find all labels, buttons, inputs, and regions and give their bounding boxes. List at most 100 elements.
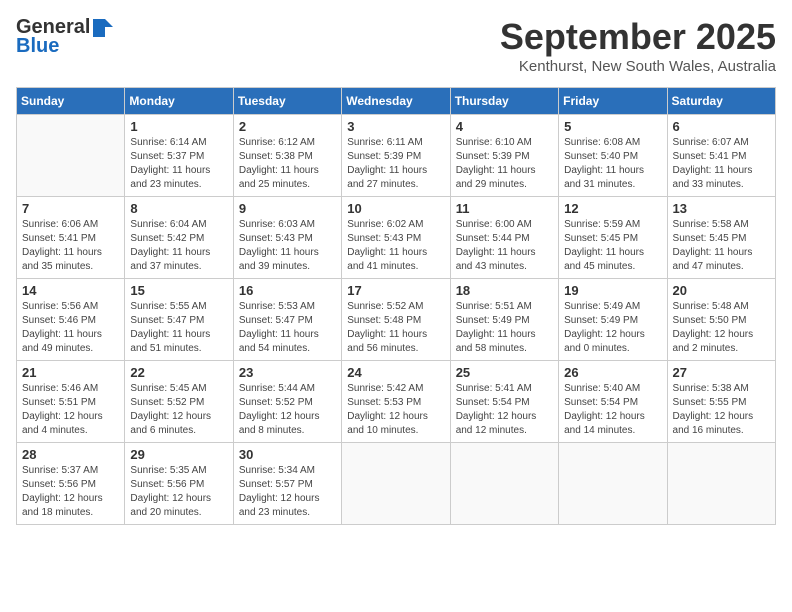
- header: General Blue September 2025 Kenthurst, N…: [16, 16, 776, 75]
- day-number: 10: [347, 201, 444, 216]
- day-number: 21: [22, 365, 119, 380]
- calendar-cell: 22 Sunrise: 5:45 AM Sunset: 5:52 PM Dayli…: [125, 361, 233, 443]
- day-info: Sunrise: 5:51 AM Sunset: 5:49 PM Dayligh…: [456, 300, 553, 356]
- day-number: 11: [456, 201, 553, 216]
- day-info: Sunrise: 5:38 AM Sunset: 5:55 PM Dayligh…: [673, 382, 770, 438]
- day-info: Sunrise: 5:48 AM Sunset: 5:50 PM Dayligh…: [673, 300, 770, 356]
- day-info: Sunrise: 5:40 AM Sunset: 5:54 PM Dayligh…: [564, 382, 661, 438]
- calendar-cell: [559, 443, 667, 525]
- day-info: Sunrise: 5:46 AM Sunset: 5:51 PM Dayligh…: [22, 382, 119, 438]
- col-header-thursday: Thursday: [450, 88, 558, 115]
- col-header-saturday: Saturday: [667, 88, 775, 115]
- day-info: Sunrise: 5:37 AM Sunset: 5:56 PM Dayligh…: [22, 464, 119, 520]
- day-number: 26: [564, 365, 661, 380]
- logo-blue: Blue: [16, 35, 59, 58]
- calendar-cell: 18 Sunrise: 5:51 AM Sunset: 5:49 PM Dayli…: [450, 279, 558, 361]
- day-number: 2: [239, 119, 336, 134]
- calendar-cell: [450, 443, 558, 525]
- day-number: 25: [456, 365, 553, 380]
- day-info: Sunrise: 5:42 AM Sunset: 5:53 PM Dayligh…: [347, 382, 444, 438]
- day-number: 4: [456, 119, 553, 134]
- day-info: Sunrise: 5:56 AM Sunset: 5:46 PM Dayligh…: [22, 300, 119, 356]
- calendar-cell: 21 Sunrise: 5:46 AM Sunset: 5:51 PM Dayli…: [17, 361, 125, 443]
- calendar-cell: 2 Sunrise: 6:12 AM Sunset: 5:38 PM Daylig…: [233, 115, 341, 197]
- day-number: 20: [673, 283, 770, 298]
- calendar-cell: 7 Sunrise: 6:06 AM Sunset: 5:41 PM Daylig…: [17, 197, 125, 279]
- day-number: 7: [22, 201, 119, 216]
- day-info: Sunrise: 6:03 AM Sunset: 5:43 PM Dayligh…: [239, 218, 336, 274]
- day-number: 17: [347, 283, 444, 298]
- calendar-cell: 24 Sunrise: 5:42 AM Sunset: 5:53 PM Dayli…: [342, 361, 450, 443]
- day-info: Sunrise: 5:53 AM Sunset: 5:47 PM Dayligh…: [239, 300, 336, 356]
- calendar-cell: 26 Sunrise: 5:40 AM Sunset: 5:54 PM Dayli…: [559, 361, 667, 443]
- day-info: Sunrise: 6:07 AM Sunset: 5:41 PM Dayligh…: [673, 136, 770, 192]
- day-info: Sunrise: 5:52 AM Sunset: 5:48 PM Dayligh…: [347, 300, 444, 356]
- calendar-week-row: 7 Sunrise: 6:06 AM Sunset: 5:41 PM Daylig…: [17, 197, 776, 279]
- day-info: Sunrise: 5:59 AM Sunset: 5:45 PM Dayligh…: [564, 218, 661, 274]
- calendar: SundayMondayTuesdayWednesdayThursdayFrid…: [16, 87, 776, 525]
- day-info: Sunrise: 6:12 AM Sunset: 5:38 PM Dayligh…: [239, 136, 336, 192]
- calendar-cell: 3 Sunrise: 6:11 AM Sunset: 5:39 PM Daylig…: [342, 115, 450, 197]
- day-info: Sunrise: 5:55 AM Sunset: 5:47 PM Dayligh…: [130, 300, 227, 356]
- day-info: Sunrise: 5:49 AM Sunset: 5:49 PM Dayligh…: [564, 300, 661, 356]
- col-header-tuesday: Tuesday: [233, 88, 341, 115]
- calendar-cell: 27 Sunrise: 5:38 AM Sunset: 5:55 PM Dayli…: [667, 361, 775, 443]
- day-number: 29: [130, 447, 227, 462]
- day-number: 24: [347, 365, 444, 380]
- location: Kenthurst, New South Wales, Australia: [500, 58, 776, 75]
- calendar-cell: 28 Sunrise: 5:37 AM Sunset: 5:56 PM Dayli…: [17, 443, 125, 525]
- calendar-week-row: 14 Sunrise: 5:56 AM Sunset: 5:46 PM Dayli…: [17, 279, 776, 361]
- calendar-cell: 29Sunrise: 5:35 AM Sunset: 5:56 PM Dayli…: [125, 443, 233, 525]
- calendar-header-row: SundayMondayTuesdayWednesdayThursdayFrid…: [17, 88, 776, 115]
- calendar-cell: 20 Sunrise: 5:48 AM Sunset: 5:50 PM Dayli…: [667, 279, 775, 361]
- day-number: 8: [130, 201, 227, 216]
- day-info: Sunrise: 5:45 AM Sunset: 5:52 PM Dayligh…: [130, 382, 227, 438]
- calendar-cell: 9 Sunrise: 6:03 AM Sunset: 5:43 PM Daylig…: [233, 197, 341, 279]
- day-number: 19: [564, 283, 661, 298]
- day-info: Sunrise: 6:04 AM Sunset: 5:42 PM Dayligh…: [130, 218, 227, 274]
- calendar-cell: 5 Sunrise: 6:08 AM Sunset: 5:40 PM Daylig…: [559, 115, 667, 197]
- day-number: 16: [239, 283, 336, 298]
- day-info: Sunrise: 5:58 AM Sunset: 5:45 PM Dayligh…: [673, 218, 770, 274]
- calendar-cell: 16 Sunrise: 5:53 AM Sunset: 5:47 PM Dayli…: [233, 279, 341, 361]
- calendar-cell: 25Sunrise: 5:41 AM Sunset: 5:54 PM Dayli…: [450, 361, 558, 443]
- calendar-week-row: 28 Sunrise: 5:37 AM Sunset: 5:56 PM Dayli…: [17, 443, 776, 525]
- calendar-cell: 15Sunrise: 5:55 AM Sunset: 5:47 PM Dayli…: [125, 279, 233, 361]
- calendar-week-row: 21 Sunrise: 5:46 AM Sunset: 5:51 PM Dayli…: [17, 361, 776, 443]
- calendar-cell: [17, 115, 125, 197]
- calendar-cell: 4 Sunrise: 6:10 AM Sunset: 5:39 PM Daylig…: [450, 115, 558, 197]
- day-info: Sunrise: 6:11 AM Sunset: 5:39 PM Dayligh…: [347, 136, 444, 192]
- day-info: Sunrise: 5:44 AM Sunset: 5:52 PM Dayligh…: [239, 382, 336, 438]
- day-info: Sunrise: 6:06 AM Sunset: 5:41 PM Dayligh…: [22, 218, 119, 274]
- month-title: September 2025: [500, 16, 776, 58]
- calendar-cell: 11 Sunrise: 6:00 AM Sunset: 5:44 PM Dayli…: [450, 197, 558, 279]
- calendar-cell: 6Sunrise: 6:07 AM Sunset: 5:41 PM Daylig…: [667, 115, 775, 197]
- calendar-cell: 30 Sunrise: 5:34 AM Sunset: 5:57 PM Dayli…: [233, 443, 341, 525]
- day-number: 28: [22, 447, 119, 462]
- calendar-cell: 1Sunrise: 6:14 AM Sunset: 5:37 PM Daylig…: [125, 115, 233, 197]
- day-number: 30: [239, 447, 336, 462]
- title-area: September 2025 Kenthurst, New South Wale…: [500, 16, 776, 75]
- day-number: 5: [564, 119, 661, 134]
- day-number: 1: [130, 119, 227, 134]
- calendar-cell: 13Sunrise: 5:58 AM Sunset: 5:45 PM Dayli…: [667, 197, 775, 279]
- day-number: 12: [564, 201, 661, 216]
- day-number: 18: [456, 283, 553, 298]
- day-info: Sunrise: 5:34 AM Sunset: 5:57 PM Dayligh…: [239, 464, 336, 520]
- day-number: 3: [347, 119, 444, 134]
- day-info: Sunrise: 6:10 AM Sunset: 5:39 PM Dayligh…: [456, 136, 553, 192]
- day-info: Sunrise: 6:00 AM Sunset: 5:44 PM Dayligh…: [456, 218, 553, 274]
- logo: General Blue: [16, 16, 114, 58]
- day-number: 9: [239, 201, 336, 216]
- col-header-wednesday: Wednesday: [342, 88, 450, 115]
- calendar-cell: 8 Sunrise: 6:04 AM Sunset: 5:42 PM Daylig…: [125, 197, 233, 279]
- day-info: Sunrise: 6:08 AM Sunset: 5:40 PM Dayligh…: [564, 136, 661, 192]
- day-number: 14: [22, 283, 119, 298]
- col-header-sunday: Sunday: [17, 88, 125, 115]
- day-number: 27: [673, 365, 770, 380]
- calendar-cell: [667, 443, 775, 525]
- calendar-cell: 17 Sunrise: 5:52 AM Sunset: 5:48 PM Dayli…: [342, 279, 450, 361]
- day-number: 22: [130, 365, 227, 380]
- calendar-cell: 14 Sunrise: 5:56 AM Sunset: 5:46 PM Dayli…: [17, 279, 125, 361]
- day-info: Sunrise: 6:02 AM Sunset: 5:43 PM Dayligh…: [347, 218, 444, 274]
